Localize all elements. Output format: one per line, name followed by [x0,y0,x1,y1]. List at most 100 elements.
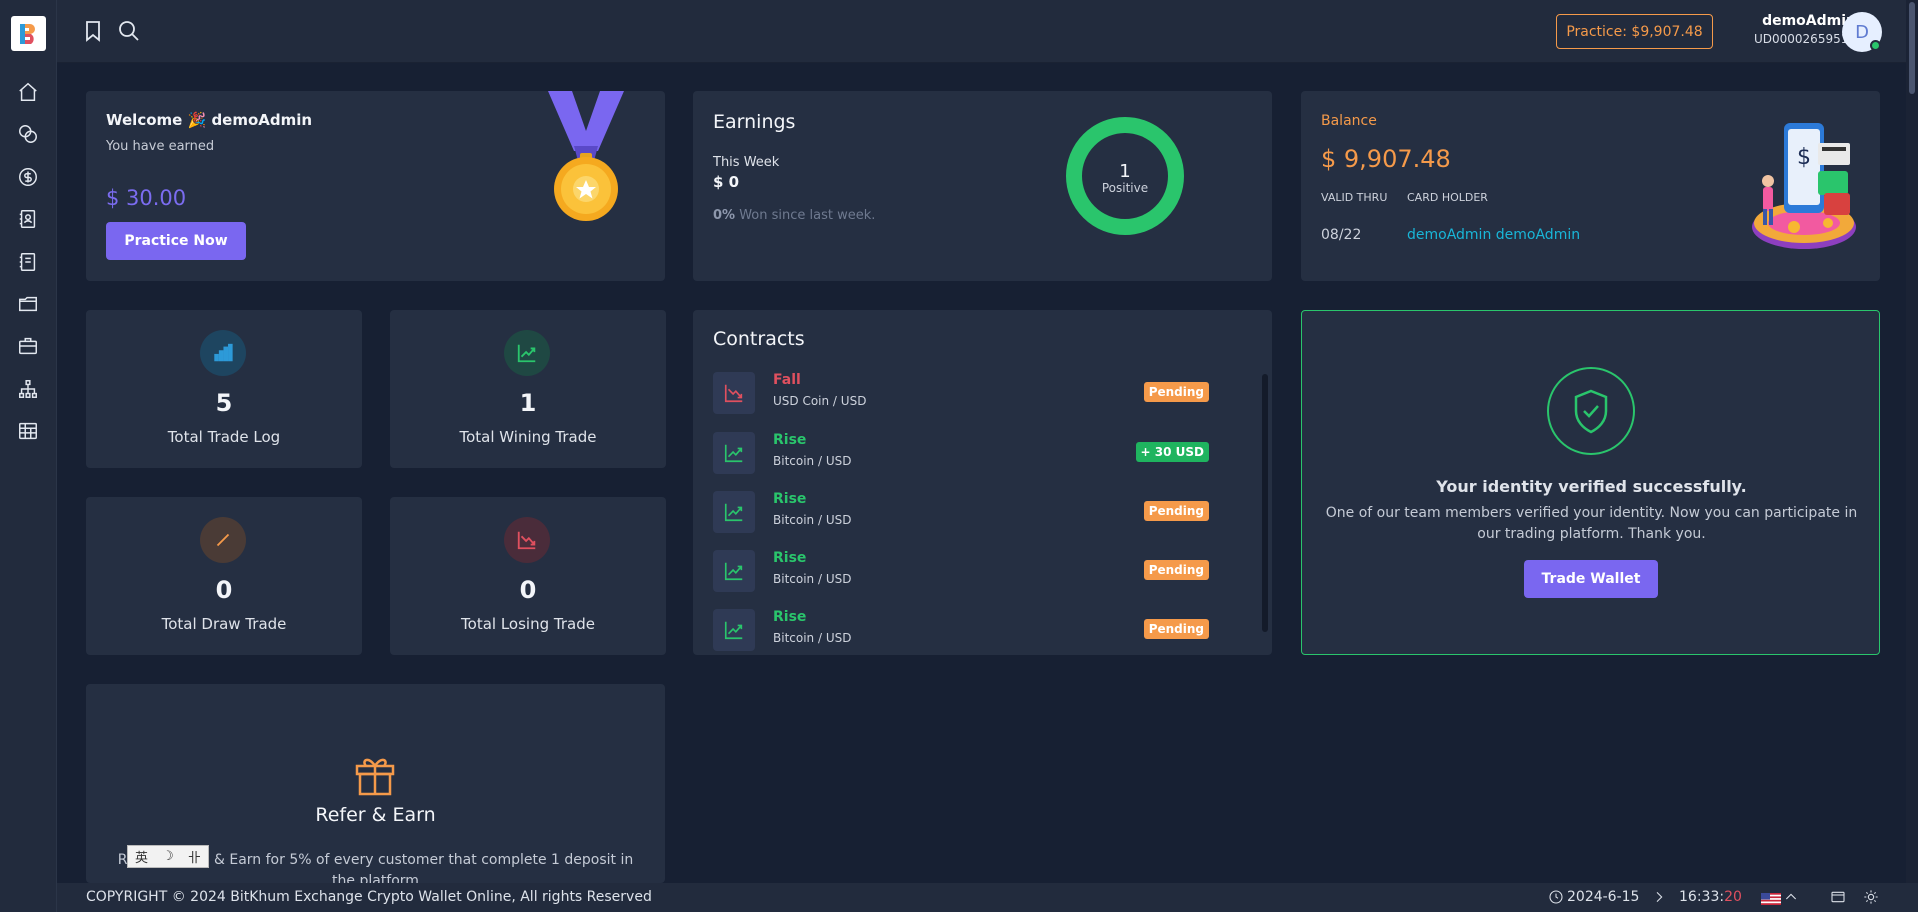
contract-row[interactable]: Rise Bitcoin / USD Pending [713,609,1241,657]
welcome-title: Welcome 🎉 demoAdmin [106,111,313,129]
copyright-text: COPYRIGHT © 2024 BitKhum Exchange Crypto… [86,889,652,905]
sun-theme-icon[interactable] [1863,889,1879,909]
gift-icon [355,758,395,796]
win-change-label: Won since last week. [735,208,876,223]
status-badge: Pending [1143,560,1209,580]
earnings-card: Earnings This Week $ 0 0% Won since last… [693,91,1272,281]
card-holder-value: demoAdmin demoAdmin [1407,227,1581,243]
footer-time: 16:33:20 [1679,889,1742,905]
coins-icon[interactable] [16,122,40,146]
folder-icon[interactable] [16,292,40,316]
win-change-pct: 0% [713,208,736,223]
stat-value: 5 [215,389,233,417]
trend-up-icon [713,491,755,533]
shield-check-icon [1547,367,1635,455]
contracts-card: Contracts Fall USD Coin / USD Pending Ri… [693,310,1272,655]
contract-direction: Fall [773,372,801,388]
ime-width-char[interactable]: 卝 [188,847,201,866]
logo-b-icon [19,23,35,44]
contract-direction: Rise [773,491,807,507]
contract-pair: USD Coin / USD [773,394,867,408]
fullscreen-icon[interactable] [1830,889,1846,909]
practice-balance-button[interactable]: Practice: $9,907.48 [1556,14,1713,49]
contract-direction: Rise [773,432,807,448]
trend-up-icon [713,550,755,592]
status-badge: Pending [1143,619,1209,639]
contacts-book-icon[interactable] [16,207,40,231]
contracts-title: Contracts [713,328,805,350]
bar-chart-icon [200,330,246,376]
trend-down-icon [713,372,755,414]
spreadsheet-icon[interactable] [16,419,40,443]
stat-card-total-trade-log: 5 Total Trade Log [86,310,362,468]
slash-icon [200,517,246,563]
briefcase-icon[interactable] [16,334,40,358]
footer: COPYRIGHT © 2024 BitKhum Exchange Crypto… [57,883,1918,912]
wallet-illustration-icon: $ [1752,123,1856,249]
donut-label: Positive [1101,181,1149,195]
this-week-value: $ 0 [713,173,740,191]
earned-amount: $ 30.00 [106,186,187,210]
contracts-scrollbar[interactable] [1262,374,1268,632]
identity-text: One of our team members verified your id… [1325,505,1858,542]
contract-row[interactable]: Fall USD Coin / USD Pending [713,372,1241,422]
stat-label: Total Trade Log [167,428,281,446]
practice-now-button[interactable]: Practice Now [106,222,246,260]
donut-value: 1 [1119,161,1131,182]
stat-card-total-wining-trade: 1 Total Wining Trade [390,310,666,468]
win-change-text: 0% Won since last week. [713,208,875,223]
footer-time-seconds: 20 [1724,889,1742,905]
stat-value: 1 [519,389,537,417]
balance-amount: $ 9,907.48 [1321,145,1451,173]
stat-label: Total Wining Trade [459,428,597,446]
home-icon[interactable] [16,80,40,104]
status-badge: Pending [1143,501,1209,521]
page-scrollbar-thumb[interactable] [1909,2,1915,94]
clock-icon [1548,889,1564,909]
trend-down-icon [504,517,550,563]
sitemap-icon[interactable] [16,377,40,401]
chevron-up-icon[interactable] [1783,889,1799,909]
notebook-icon[interactable] [16,250,40,274]
earnings-title: Earnings [713,111,796,133]
app-logo[interactable] [11,16,46,51]
welcome-card: Welcome 🎉 demoAdmin You have earned $ 30… [86,91,665,281]
status-badge: + 30 USD [1135,442,1209,462]
sidebar [0,0,57,912]
bookmark-icon[interactable] [81,19,107,45]
identity-title: Your identity verified successfully. [1436,477,1747,496]
user-id: UD00002659512 [1753,32,1856,46]
refer-title: Refer & Earn [315,804,436,826]
status-badge: Pending [1143,382,1209,402]
stat-value: 0 [519,576,537,604]
contract-direction: Rise [773,609,807,625]
valid-thru-label: VALID THRU [1321,191,1388,204]
svg-text:$: $ [1797,145,1811,170]
contract-pair: Bitcoin / USD [773,572,852,586]
ime-mode-char[interactable]: 英 [135,847,148,866]
chevron-right-icon[interactable] [1651,889,1667,909]
page-scrollbar[interactable] [1906,0,1918,883]
ime-moon-char[interactable]: ☽ [162,849,174,864]
us-flag-icon[interactable] [1761,893,1781,905]
medal-icon [548,91,624,221]
this-week-label: This Week [713,155,780,170]
contract-direction: Rise [773,550,807,566]
stat-label: Total Draw Trade [161,615,287,633]
footer-date: 2024-6-15 [1567,889,1640,905]
dollar-circle-icon[interactable] [16,165,40,189]
contracts-list[interactable]: Fall USD Coin / USD Pending Rise Bitcoin… [713,372,1241,657]
contract-pair: Bitcoin / USD [773,513,852,527]
search-icon[interactable] [117,19,143,45]
contract-pair: Bitcoin / USD [773,454,852,468]
balance-label: Balance [1321,113,1377,129]
valid-thru-value: 08/22 [1321,227,1362,243]
contract-row[interactable]: Rise Bitcoin / USD Pending [713,491,1241,541]
contract-row[interactable]: Rise Bitcoin / USD Pending [713,550,1241,600]
online-status-dot [1870,40,1881,51]
contract-row[interactable]: Rise Bitcoin / USD + 30 USD [713,432,1241,482]
ime-toolbar[interactable]: 英 ☽ 卝 [127,845,209,868]
stat-card-total-losing-trade: 0 Total Losing Trade [390,497,666,655]
trade-wallet-button[interactable]: Trade Wallet [1524,560,1658,598]
balance-card: Balance $ 9,907.48 VALID THRU CARD HOLDE… [1301,91,1880,281]
